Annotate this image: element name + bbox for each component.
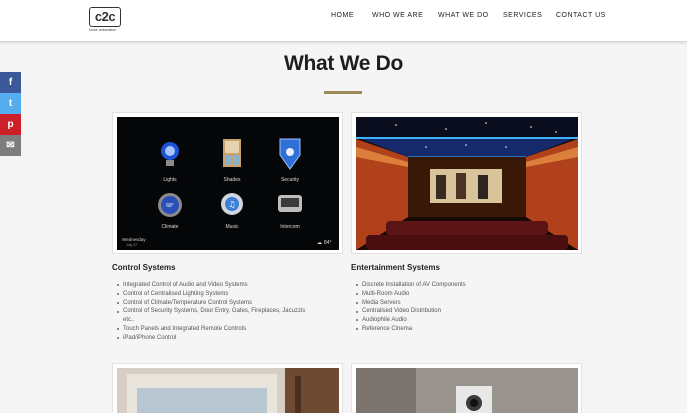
twitter-icon: t: [8, 98, 13, 109]
tile-label-intercom: Intercom: [280, 224, 299, 230]
page-title: What We Do: [283, 52, 404, 75]
tile-label-music: Music: [225, 224, 239, 230]
list-item: iPad/iPhone Control: [116, 334, 305, 343]
list-item: Control of Centralised Lighting Systems: [116, 290, 305, 299]
social-share-bar: f t p ✉: [0, 72, 21, 156]
home-cinema-illustration: [356, 117, 578, 250]
list-item: Centralised Video Distribution: [355, 307, 466, 316]
multi-room-audio-image: [351, 363, 582, 413]
title-underline: [324, 91, 362, 94]
email-share-button[interactable]: ✉: [0, 135, 21, 156]
nav-home[interactable]: HOME: [331, 12, 354, 19]
list-item: Multi-Room Audio: [355, 290, 466, 299]
list-item: Touch Panels and Integrated Remote Contr…: [116, 325, 305, 334]
entertainment-systems-title: Entertainment Systems: [351, 263, 440, 272]
email-icon: ✉: [6, 140, 15, 151]
nav-who-we-are[interactable]: WHO WE ARE: [372, 12, 423, 19]
tile-label-climate: Climate: [162, 224, 179, 230]
list-item: Media Servers: [355, 299, 466, 308]
svg-text:♫: ♫: [228, 200, 235, 209]
entertainment-systems-list: Discrete Installation of AV Components M…: [355, 281, 466, 334]
list-item: Discrete Installation of AV Components: [355, 281, 466, 290]
wall-speaker-illustration: [356, 368, 578, 413]
nav-services[interactable]: SERVICES: [503, 12, 542, 19]
list-item: Control of Security Systems, Door Entry,…: [116, 307, 305, 316]
control-systems-image: Lights Shades Security 68° Climate ♫ Mus…: [112, 112, 343, 254]
lighting-image: [112, 363, 343, 413]
panel-temperature: 84°: [324, 240, 332, 246]
twitter-share-button[interactable]: t: [0, 93, 21, 114]
tile-label-security: Security: [281, 177, 300, 183]
climate-icon: 68°: [158, 193, 182, 217]
pinterest-icon: p: [7, 119, 14, 130]
logo-tagline: home automation: [89, 28, 117, 32]
tile-label-lights: Lights: [163, 177, 177, 183]
entertainment-systems-image: [351, 112, 582, 254]
list-item-continued: etc..: [123, 317, 135, 324]
list-item: Integrated Control of Audio and Video Sy…: [116, 281, 305, 290]
tile-label-shades: Shades: [224, 177, 241, 183]
weather-cloud-icon: ☁: [317, 240, 322, 246]
touchpanel-illustration: Lights Shades Security 68° Climate ♫ Mus…: [117, 117, 339, 250]
climate-reading: 68°: [166, 203, 174, 209]
facebook-icon: f: [8, 77, 13, 88]
nav-what-we-do[interactable]: WHAT WE DO: [438, 12, 489, 19]
music-icon: ♫: [221, 193, 243, 215]
pinterest-share-button[interactable]: p: [0, 114, 21, 135]
list-item: Reference Cinema: [355, 325, 466, 334]
main-nav: HOME WHO WE ARE WHAT WE DO SERVICES CONT…: [0, 12, 687, 24]
nav-contact-us[interactable]: CONTACT US: [556, 12, 606, 19]
list-item: Audiophile Audio: [355, 316, 466, 325]
panel-date-day: Wednesday: [122, 237, 146, 242]
control-systems-title: Control Systems: [112, 263, 176, 272]
shades-icon: [223, 139, 241, 167]
list-item: Control of Climate/Temperature Control S…: [116, 299, 305, 308]
control-systems-list: Integrated Control of Audio and Video Sy…: [116, 281, 305, 343]
intercom-icon: [278, 195, 302, 212]
panel-date-sub: July 27: [126, 243, 137, 247]
site-header: c2c home automation HOME WHO WE ARE WHAT…: [0, 0, 687, 42]
interior-window-illustration: [117, 368, 339, 413]
